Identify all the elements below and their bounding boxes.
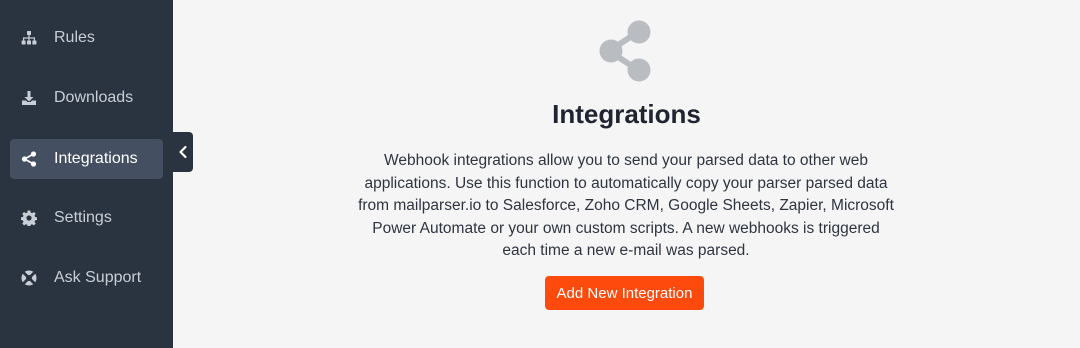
download-icon <box>20 89 38 107</box>
sidebar-item-label: Integrations <box>54 150 138 167</box>
sidebar-item-label: Downloads <box>54 89 134 106</box>
sidebar-item-downloads[interactable]: Downloads <box>10 78 163 118</box>
sidebar-item-settings[interactable]: Settings <box>10 198 163 238</box>
lifebuoy-icon <box>20 269 38 287</box>
main-content: Integrations Webhook integrations allow … <box>173 0 1080 348</box>
add-new-integration-button[interactable]: Add New Integration <box>545 276 704 310</box>
sidebar-item-label: Ask Support <box>54 269 142 286</box>
sidebar-item-integrations[interactable]: Integrations <box>10 139 163 179</box>
gear-icon <box>20 209 38 227</box>
share-icon <box>599 20 651 82</box>
sitemap-icon <box>20 29 38 47</box>
sidebar: Rules Downloads Integrations Settings As… <box>0 0 173 348</box>
sidebar-item-ask-support[interactable]: Ask Support <box>10 258 163 298</box>
share-icon <box>20 150 38 168</box>
integrations-description: Webhook integrations allow you to send y… <box>358 152 894 259</box>
sidebar-item-label: Settings <box>54 209 112 226</box>
page-title: Integrations <box>552 99 701 129</box>
sidebar-item-rules[interactable]: Rules <box>10 18 163 58</box>
sidebar-item-label: Rules <box>54 29 95 46</box>
